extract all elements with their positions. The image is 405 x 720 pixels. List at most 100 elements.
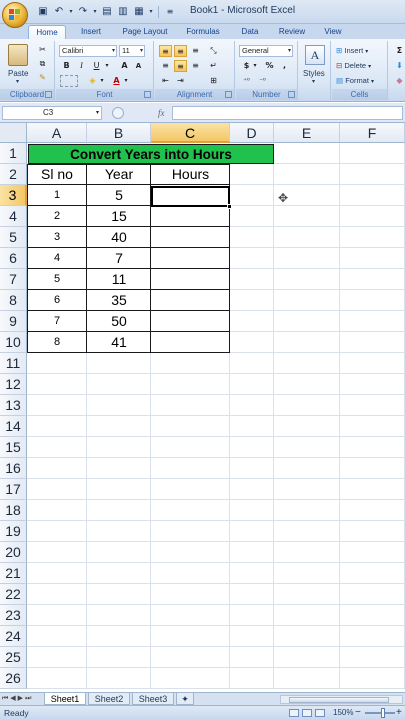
tab-review[interactable]: Review [272,25,312,39]
table-header-cell[interactable]: Year [87,164,151,185]
row-header-5[interactable]: 5 [0,227,27,248]
number-launcher-icon[interactable] [288,91,295,98]
sl-no-cell[interactable]: 6 [27,290,87,311]
year-cell[interactable]: 15 [87,206,151,227]
row-header-2[interactable]: 2 [0,164,27,185]
year-cell[interactable]: 35 [87,290,151,311]
table-header-cell[interactable]: Sl no [27,164,87,185]
row-header-17[interactable]: 17 [0,479,27,500]
row-header-24[interactable]: 24 [0,626,27,647]
row-header-16[interactable]: 16 [0,458,27,479]
row-header-18[interactable]: 18 [0,500,27,521]
fill-color-dropdown-icon[interactable]: ▾ [99,75,105,87]
insert-cells-button[interactable]: ⊞ Insert ▾ [336,46,368,55]
hours-cell[interactable] [151,227,230,248]
zoom-out-button[interactable]: − [355,707,361,719]
merge-center-icon[interactable]: ⊞ [207,75,220,87]
insert-worksheet-icon[interactable]: ✦ [176,693,194,705]
sl-no-cell[interactable]: 7 [27,311,87,332]
hours-cell[interactable] [151,290,230,311]
sl-no-cell[interactable]: 8 [27,332,87,353]
year-cell[interactable]: 41 [87,332,151,353]
row-header-21[interactable]: 21 [0,563,27,584]
styles-dropdown-icon[interactable]: ▾ [312,78,315,85]
increase-indent-icon[interactable]: ⇥ [174,75,187,87]
zoom-level[interactable]: 150% [333,708,353,717]
paste-label[interactable]: Paste [8,69,28,78]
underline-dropdown-icon[interactable]: ▾ [104,60,110,72]
year-cell[interactable]: 40 [87,227,151,248]
tab-insert[interactable]: Insert [70,25,112,39]
sheet-tab-sheet1[interactable]: Sheet1 [44,693,86,705]
format-cells-button[interactable]: ▤ Format ▾ [336,76,374,85]
font-size-select[interactable]: 11 ▾ [119,45,145,57]
normal-view-icon[interactable] [289,709,299,717]
styles-label[interactable]: Styles [303,69,325,78]
hours-cell[interactable] [151,311,230,332]
tab-data[interactable]: Data [232,25,268,39]
fill-icon[interactable]: ⬇ [393,60,405,72]
delete-cells-button[interactable]: ⊟ Delete ▾ [336,61,371,70]
sl-no-cell[interactable]: 1 [27,185,87,206]
zoom-in-button[interactable]: + [396,707,402,719]
customize-toolbar-icon[interactable]: ≡ [163,5,177,19]
table-title-cell[interactable]: Convert Years into Hours [28,144,274,164]
row-header-23[interactable]: 23 [0,605,27,626]
row-header-10[interactable]: 10 [0,332,27,353]
row-header-19[interactable]: 19 [0,521,27,542]
sheet-tab-sheet2[interactable]: Sheet2 [88,693,130,705]
underline-button[interactable]: U [90,60,103,72]
align-middle-icon[interactable]: ≡ [174,45,187,57]
redo-icon[interactable]: ↷ [76,5,90,19]
row-header-6[interactable]: 6 [0,248,27,269]
tab-view[interactable]: View [316,25,350,39]
italic-button[interactable]: I [75,60,88,72]
column-header-b[interactable]: B [87,123,151,143]
sheet-tab-sheet3[interactable]: Sheet3 [132,693,174,705]
fill-handle[interactable] [227,204,232,209]
decrease-decimal-icon[interactable]: ⁻⁰ [256,75,269,87]
copy-icon[interactable]: ⧉ [36,58,49,70]
row-header-8[interactable]: 8 [0,290,27,311]
sl-no-cell[interactable]: 5 [27,269,87,290]
page-break-view-icon[interactable] [315,709,325,717]
format-painter-icon[interactable]: ✎ [36,72,49,84]
row-header-9[interactable]: 9 [0,311,27,332]
comma-button[interactable]: , [278,60,291,72]
redo-dropdown-icon[interactable]: ▾ [92,5,98,19]
hours-cell[interactable] [151,332,230,353]
currency-dropdown-icon[interactable]: ▾ [252,60,258,72]
fill-color-icon[interactable]: ◈ [86,75,99,87]
bold-button[interactable]: B [60,60,73,72]
percent-button[interactable]: % [263,60,276,72]
sheet-nav-arrows[interactable]: ⏮◀▶⏭ [2,694,33,703]
horizontal-scroll-thumb[interactable] [289,697,389,703]
year-cell[interactable]: 50 [87,311,151,332]
row-header-25[interactable]: 25 [0,647,27,668]
hours-cell[interactable] [151,206,230,227]
increase-decimal-icon[interactable]: ⁺⁰ [240,75,253,87]
align-right-icon[interactable]: ≡ [189,60,202,72]
year-cell[interactable]: 11 [87,269,151,290]
row-header-26[interactable]: 26 [0,668,27,689]
column-header-a[interactable]: A [27,123,87,143]
align-center-icon[interactable]: ≡ [174,60,187,72]
tab-page-layout[interactable]: Page Layout [116,25,174,39]
spelling-icon[interactable]: ▦ [132,5,146,19]
row-header-20[interactable]: 20 [0,542,27,563]
row-header-3[interactable]: 3 [0,185,27,206]
zoom-slider-thumb[interactable] [381,708,385,718]
column-header-d[interactable]: D [230,123,274,143]
hours-cell[interactable] [151,269,230,290]
select-all-corner[interactable] [0,123,27,143]
formula-options-icon[interactable] [112,107,124,119]
year-cell[interactable]: 5 [87,185,151,206]
row-header-14[interactable]: 14 [0,416,27,437]
sl-no-cell[interactable]: 2 [27,206,87,227]
row-header-22[interactable]: 22 [0,584,27,605]
styles-icon[interactable]: A [305,45,325,65]
name-box-dropdown-icon[interactable]: ▾ [96,107,99,119]
undo-dropdown-icon[interactable]: ▾ [68,5,74,19]
autosum-icon[interactable]: Σ [393,45,405,57]
sl-no-cell[interactable]: 4 [27,248,87,269]
